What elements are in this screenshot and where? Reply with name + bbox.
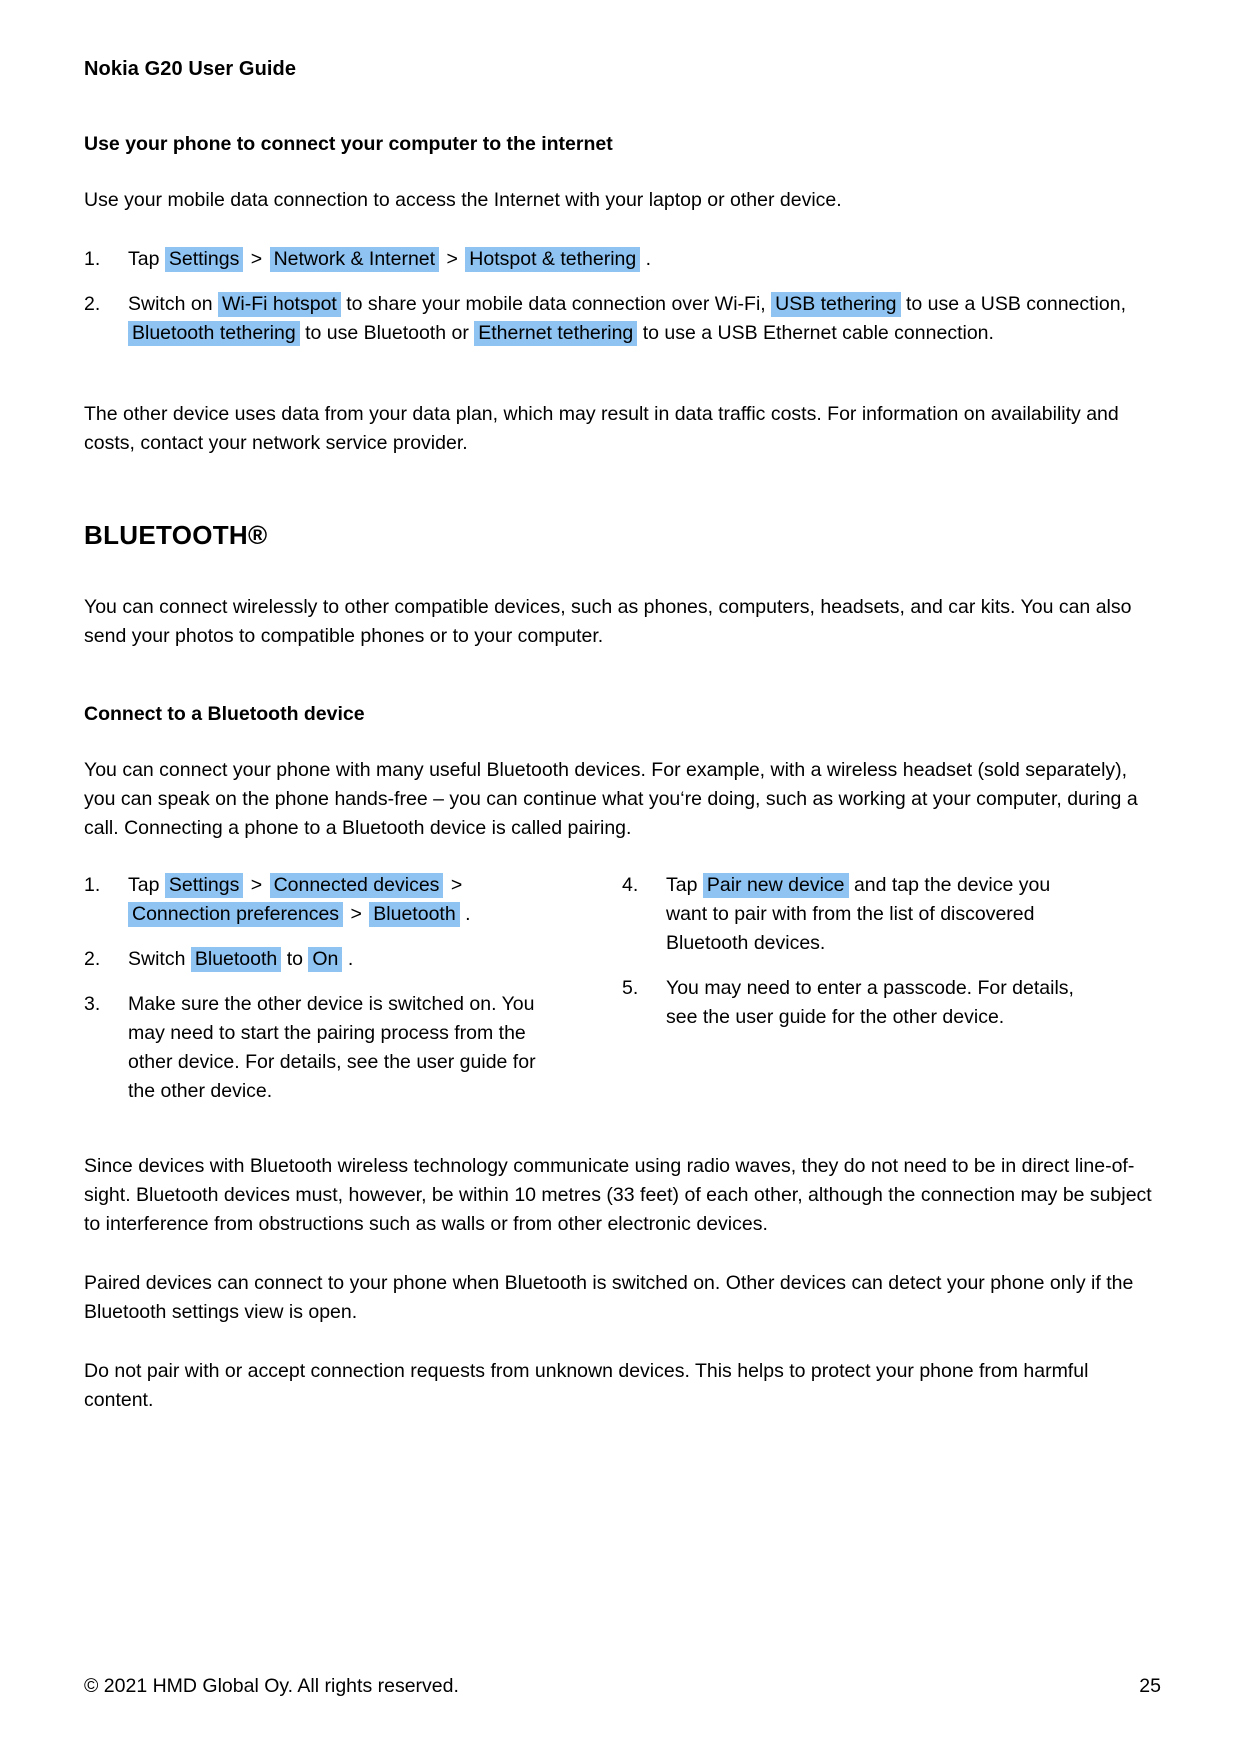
step-item: 2. Switch on Wi-Fi hotspot to share your …	[84, 290, 1161, 348]
paired-devices-paragraph: Paired devices can connect to your phone…	[84, 1272, 1134, 1323]
step-text: to use Bluetooth or	[305, 322, 475, 344]
step-text: to	[286, 948, 309, 970]
pairing-steps-right-column: 4. Tap Pair new device and tap the device…	[594, 871, 1092, 1106]
connect-bluetooth-heading: Connect to a Bluetooth device	[84, 703, 365, 725]
radio-waves-paragraph: Since devices with Bluetooth wireless te…	[84, 1155, 1152, 1235]
step-item: 5. You may need to enter a passcode. For …	[622, 974, 1092, 1032]
bluetooth-section-heading: BLUETOOTH®	[84, 520, 268, 550]
step-text: Make sure the other device is switched o…	[128, 993, 536, 1102]
step-text: Tap	[128, 874, 165, 896]
step-text: to use a USB Ethernet cable connection.	[642, 322, 994, 344]
hotspot-steps-list: 1. Tap Settings > Network & Internet > Ho…	[84, 245, 1161, 348]
ui-term-highlight[interactable]: Ethernet tethering	[474, 321, 638, 346]
pairing-steps-list-left: 1. Tap Settings > Connected devices > Con…	[84, 871, 554, 1106]
step-item: 3. Make sure the other device is switched…	[84, 990, 554, 1106]
ui-term-highlight[interactable]: Hotspot & tethering	[465, 247, 641, 272]
ui-term-highlight[interactable]: On	[308, 947, 343, 972]
step-number: 3.	[84, 993, 101, 1015]
unknown-devices-warning-paragraph: Do not pair with or accept connection re…	[84, 1360, 1089, 1411]
ui-term-highlight[interactable]: Bluetooth	[190, 947, 282, 972]
step-text: to use a USB connection,	[905, 293, 1126, 315]
step-number: 2.	[84, 293, 101, 315]
step-text: Switch on	[128, 293, 218, 315]
document-page: Nokia G20 User Guide Use your phone to c…	[0, 0, 1241, 1754]
chevron-separator-icon: >	[250, 874, 263, 896]
running-head: Nokia G20 User Guide	[84, 58, 297, 80]
step-text: You may need to enter a passcode. For de…	[666, 977, 1074, 1028]
ui-term-highlight[interactable]: Network & Internet	[269, 247, 440, 272]
step-text: .	[347, 948, 354, 970]
pairing-steps-left-column: 1. Tap Settings > Connected devices > Con…	[84, 871, 554, 1106]
step-number: 1.	[84, 874, 101, 896]
chevron-separator-icon: >	[450, 874, 463, 896]
hotspot-intro-paragraph: Use your mobile data connection to acces…	[84, 189, 842, 211]
hotspot-section-heading: Use your phone to connect your computer …	[84, 133, 613, 155]
chevron-separator-icon: >	[250, 248, 263, 270]
step-text: .	[465, 903, 471, 925]
step-text: to share your mobile data connection ove…	[346, 293, 772, 315]
step-number: 4.	[622, 874, 639, 896]
step-number: 1.	[84, 248, 101, 270]
ui-term-highlight[interactable]: Bluetooth tethering	[128, 321, 300, 346]
copyright-text: © 2021 HMD Global Oy. All rights reserve…	[84, 1675, 459, 1697]
step-item: 2. Switch Bluetooth to On .	[84, 945, 554, 974]
page-footer: © 2021 HMD Global Oy. All rights reserve…	[84, 1675, 1161, 1698]
chevron-separator-icon: >	[446, 248, 458, 270]
step-text: Tap	[128, 248, 165, 270]
step-item: 1. Tap Settings > Network & Internet > Ho…	[84, 245, 1161, 274]
step-number: 5.	[622, 977, 639, 999]
ui-term-highlight[interactable]: Settings	[164, 873, 244, 898]
bluetooth-intro-paragraph: You can connect wirelessly to other comp…	[84, 596, 1132, 647]
ui-term-highlight[interactable]: Bluetooth	[369, 902, 460, 927]
ui-term-highlight[interactable]: Wi-Fi hotspot	[217, 292, 341, 317]
connect-bluetooth-paragraph: You can connect your phone with many use…	[84, 759, 1138, 839]
hotspot-note-paragraph: The other device uses data from your dat…	[84, 403, 1119, 454]
ui-term-highlight[interactable]: Connected devices	[269, 873, 444, 898]
step-text: Switch	[128, 948, 191, 970]
step-item: 4. Tap Pair new device and tap the device…	[622, 871, 1092, 958]
pairing-steps-columns: 1. Tap Settings > Connected devices > Con…	[84, 871, 1161, 1106]
ui-term-highlight[interactable]: Connection preferences	[128, 902, 344, 927]
ui-term-highlight[interactable]: Pair new device	[702, 873, 849, 898]
pairing-steps-list-right: 4. Tap Pair new device and tap the device…	[622, 871, 1092, 1032]
step-item: 1. Tap Settings > Connected devices > Con…	[84, 871, 554, 929]
step-number: 2.	[84, 948, 101, 970]
ui-term-highlight[interactable]: USB tethering	[771, 292, 901, 317]
step-text: Tap	[666, 874, 703, 896]
page-number: 25	[1139, 1675, 1161, 1697]
chevron-separator-icon: >	[350, 903, 362, 925]
step-text: .	[645, 248, 652, 270]
ui-term-highlight[interactable]: Settings	[164, 247, 244, 272]
